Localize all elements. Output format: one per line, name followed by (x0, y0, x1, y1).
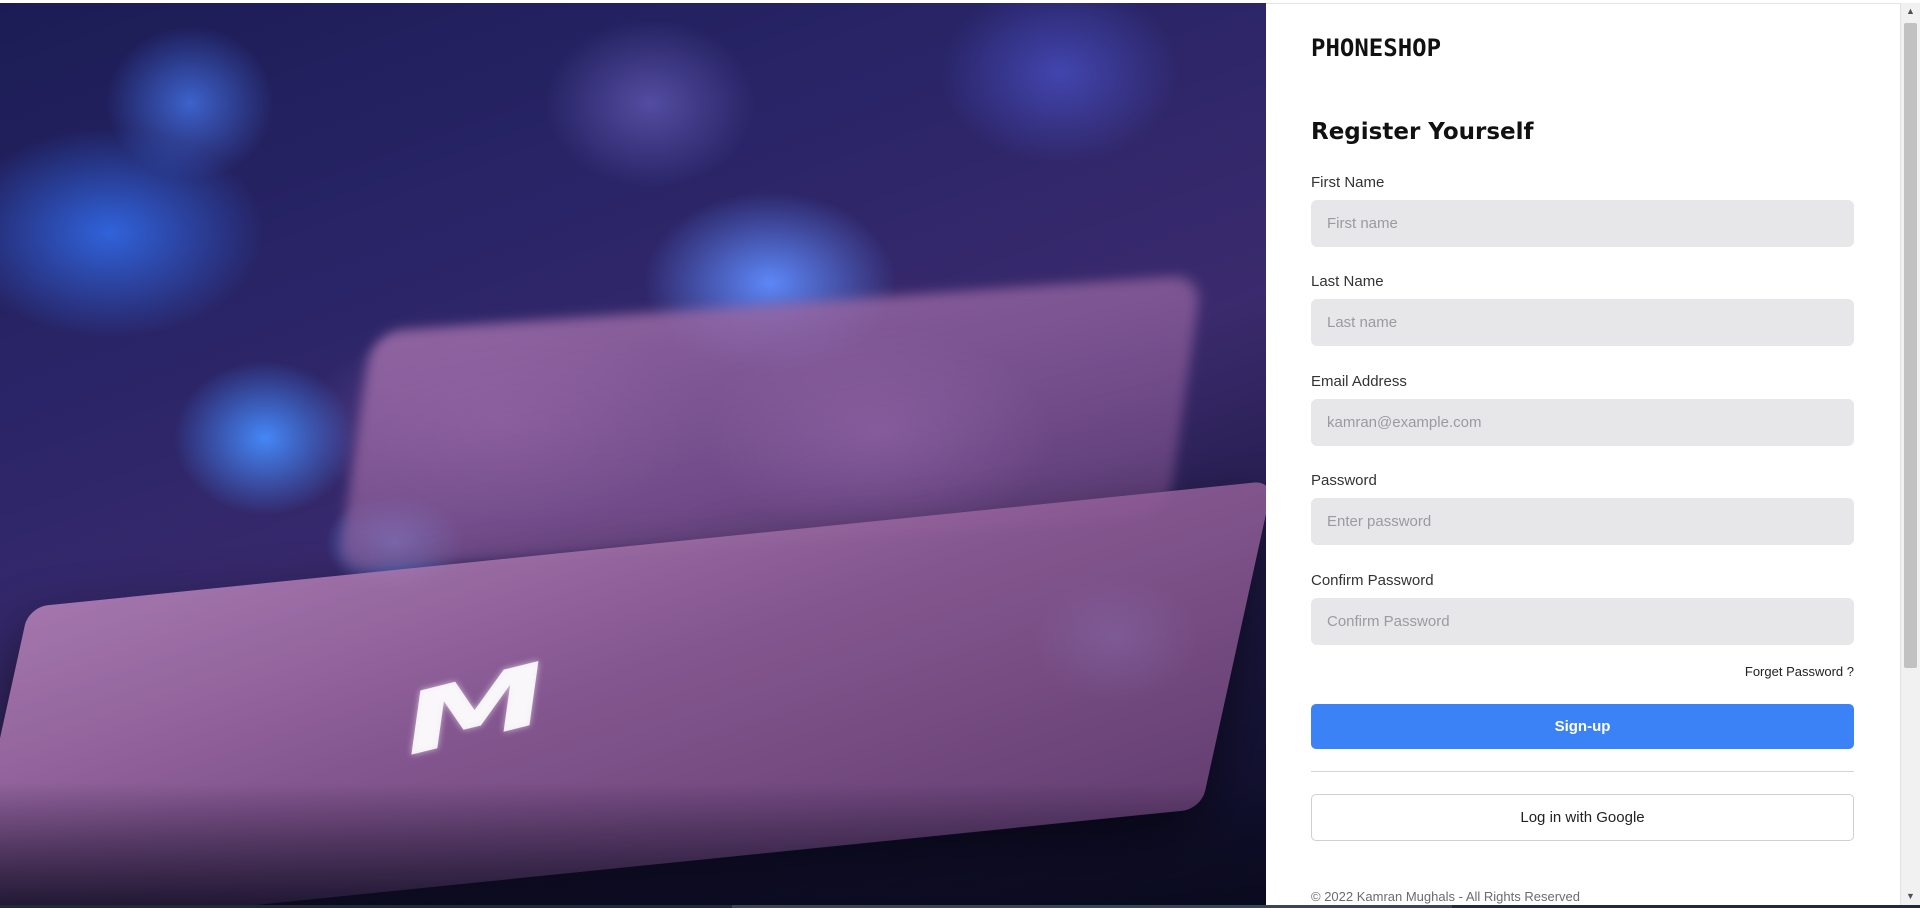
form-title: Register Yourself (1311, 119, 1534, 145)
vertical-scrollbar[interactable]: ▲ ▼ (1900, 3, 1920, 905)
hero-shade (0, 783, 1266, 905)
scroll-down-arrow-icon[interactable]: ▼ (1901, 888, 1920, 905)
confirm-password-field: Confirm Password (1311, 570, 1854, 645)
last-name-field: Last Name (1311, 271, 1854, 346)
register-panel: PHONESHOP Register Yourself First Name L… (1266, 3, 1900, 905)
first-name-label: First Name (1311, 174, 1385, 191)
signup-button[interactable]: Sign-up (1311, 704, 1854, 749)
google-login-button[interactable]: Log in with Google (1311, 794, 1854, 841)
last-name-label: Last Name (1311, 273, 1384, 290)
forget-password-link[interactable]: Forget Password ? (1311, 664, 1854, 679)
password-input[interactable] (1311, 498, 1854, 545)
footer-copyright: © 2022 Kamran Mughals - All Rights Reser… (1311, 889, 1580, 904)
email-label: Email Address (1311, 373, 1407, 390)
confirm-password-label: Confirm Password (1311, 572, 1434, 589)
password-field: Password (1311, 470, 1854, 545)
confirm-password-input[interactable] (1311, 598, 1854, 645)
scroll-up-arrow-icon[interactable]: ▲ (1901, 3, 1920, 20)
viewport: M PHONESHOP Register Yourself First Name… (0, 0, 1920, 908)
first-name-field: First Name (1311, 172, 1854, 247)
password-label: Password (1311, 472, 1377, 489)
scrollbar-thumb[interactable] (1904, 23, 1917, 668)
email-input[interactable] (1311, 399, 1854, 446)
brand-logo[interactable]: PHONESHOP (1311, 34, 1441, 62)
email-field: Email Address (1311, 371, 1854, 446)
first-name-input[interactable] (1311, 200, 1854, 247)
divider (1311, 771, 1854, 772)
hero-image: M (0, 3, 1266, 905)
last-name-input[interactable] (1311, 299, 1854, 346)
